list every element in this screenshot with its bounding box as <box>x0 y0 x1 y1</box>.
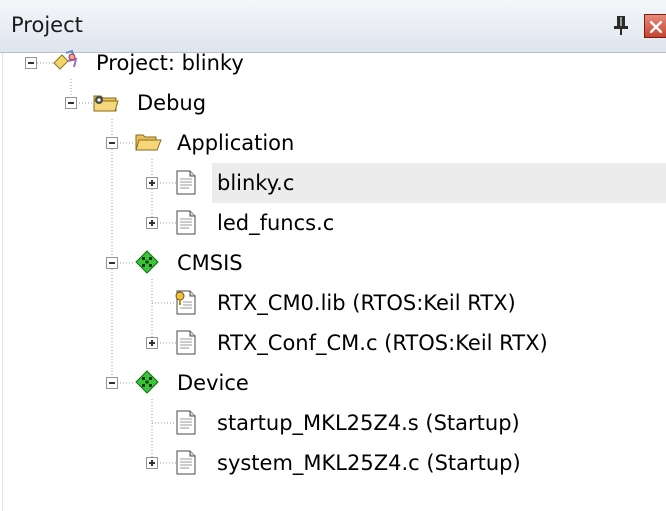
collapse-toggle[interactable] <box>106 257 118 269</box>
tree-node-rtx-conf-cm-c[interactable]: RTX_Conf_CM.c (RTOS:Keil RTX) <box>0 323 666 363</box>
source-file-icon <box>174 323 202 363</box>
tree-node-label: startup_MKL25Z4.s (Startup) <box>217 411 520 435</box>
source-file-icon <box>174 203 202 243</box>
tree-node-label: led_funcs.c <box>217 211 335 235</box>
tree-node-project[interactable]: Project: blinky <box>0 43 666 83</box>
component-diamond-icon <box>134 363 162 403</box>
pin-icon[interactable] <box>612 12 632 38</box>
tree-node-led-funcs-c[interactable]: led_funcs.c <box>0 203 666 243</box>
folder-open-icon <box>134 123 162 163</box>
collapse-toggle[interactable] <box>25 57 37 69</box>
project-tree: Project: blinky Debug Application blinky… <box>0 49 666 511</box>
tree-node-application[interactable]: Application <box>0 123 666 163</box>
tree-node-label: RTX_Conf_CM.c (RTOS:Keil RTX) <box>217 331 548 355</box>
source-file-icon <box>174 403 202 443</box>
tree-node-rtx-cm0-lib[interactable]: RTX_CM0.lib (RTOS:Keil RTX) <box>0 283 666 323</box>
collapse-toggle[interactable] <box>106 377 118 389</box>
project-icon <box>52 43 80 83</box>
expand-toggle[interactable] <box>146 457 158 469</box>
tree-node-label: Project: blinky <box>96 51 244 75</box>
tree-node-debug[interactable]: Debug <box>0 83 666 123</box>
tree-node-cmsis[interactable]: CMSIS <box>0 243 666 283</box>
collapse-toggle[interactable] <box>65 97 77 109</box>
tree-node-label: RTX_CM0.lib (RTOS:Keil RTX) <box>217 291 516 315</box>
component-diamond-icon <box>134 243 162 283</box>
tree-node-system-mkl25z4-c[interactable]: system_MKL25Z4.c (Startup) <box>0 443 666 483</box>
expand-toggle[interactable] <box>146 217 158 229</box>
collapse-toggle[interactable] <box>106 137 118 149</box>
tree-node-label: system_MKL25Z4.c (Startup) <box>217 451 521 475</box>
tree-node-label: Device <box>177 371 249 395</box>
library-file-icon <box>174 283 202 323</box>
tree-node-startup-mkl25z4-s[interactable]: startup_MKL25Z4.s (Startup) <box>0 403 666 443</box>
panel-title: Project <box>11 13 83 37</box>
target-folder-icon <box>92 83 120 123</box>
expand-toggle[interactable] <box>146 337 158 349</box>
close-icon[interactable] <box>644 14 666 38</box>
tree-node-label: blinky.c <box>217 171 295 195</box>
tree-node-blinky-c[interactable]: blinky.c <box>0 163 666 203</box>
tree-node-label: Application <box>177 131 295 155</box>
expand-toggle[interactable] <box>146 177 158 189</box>
tree-node-label: Debug <box>137 91 207 115</box>
tree-node-device[interactable]: Device <box>0 363 666 403</box>
tree-node-label: CMSIS <box>177 251 243 275</box>
source-file-icon <box>174 163 202 203</box>
source-file-icon <box>174 443 202 483</box>
